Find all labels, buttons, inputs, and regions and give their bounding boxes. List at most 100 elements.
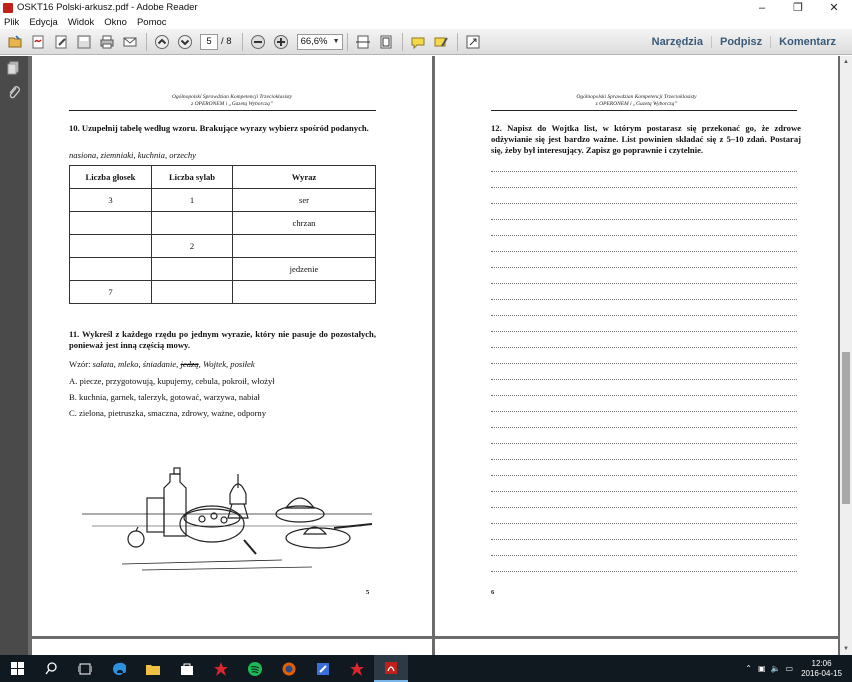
header-rule: [69, 110, 376, 111]
menu-pomoc[interactable]: Pomoc: [137, 17, 167, 28]
toolbar: 5 / 8 66,6% ▼ Narzędzia Podpisz Komentar…: [0, 29, 852, 55]
highlight-button[interactable]: [430, 32, 452, 52]
expand-button[interactable]: [462, 32, 484, 52]
volume-icon[interactable]: 🔈: [771, 664, 781, 673]
table-cell: [69, 211, 152, 235]
app-red2-button[interactable]: [340, 655, 374, 682]
task12-text: 12. Napisz do Wojtka list, w którym post…: [491, 123, 801, 155]
keyboard-icon[interactable]: ▭: [786, 664, 794, 673]
toolbar-separator: [456, 32, 458, 51]
zoom-out-button[interactable]: [247, 32, 269, 52]
table-cell: 2: [151, 234, 233, 258]
menu-bar: Plik Edycja Widok Okno Pomoc: [0, 15, 852, 29]
zoom-in-button[interactable]: [270, 32, 292, 52]
attachments-button[interactable]: [0, 80, 28, 104]
open-file-button[interactable]: [4, 32, 26, 52]
menu-widok[interactable]: Widok: [68, 17, 94, 28]
table-header: Liczba głosek: [69, 165, 152, 189]
pdf-page-7-preview: [32, 639, 432, 655]
next-page-button[interactable]: [174, 32, 196, 52]
page-header-line2: z OPERONEM i „Gazetą Wyborczą”: [595, 101, 678, 107]
network-icon[interactable]: ▣: [758, 664, 766, 673]
create-pdf-button[interactable]: [27, 32, 49, 52]
firefox-button[interactable]: [272, 655, 306, 682]
print-button[interactable]: [96, 32, 118, 52]
scroll-up-icon[interactable]: ▲: [840, 56, 852, 68]
zoom-select[interactable]: 66,6% ▼: [296, 33, 343, 50]
minimize-button[interactable]: –: [744, 0, 780, 15]
table-cell: ser: [232, 188, 376, 212]
navigation-panel: [0, 56, 28, 655]
task10-words: nasiona, ziemniaki, kuchnia, orzechy: [69, 150, 196, 160]
system-tray: ⌃ ▣ 🔈 ▭ 12:06 2016-04-15: [745, 655, 842, 682]
search-icon: [44, 662, 57, 675]
store-icon: [181, 663, 193, 675]
table-cell: [151, 211, 233, 235]
example-label: Wzór:: [69, 359, 91, 369]
search-button[interactable]: [34, 655, 68, 682]
email-button[interactable]: [119, 32, 141, 52]
clock[interactable]: 12:06 2016-04-15: [801, 659, 842, 679]
prev-page-button[interactable]: [151, 32, 173, 52]
scroll-down-icon[interactable]: ▼: [840, 643, 852, 655]
adobe-reader-taskbar-button[interactable]: [374, 655, 408, 682]
page-number-input[interactable]: 5: [200, 33, 218, 50]
windows-taskbar: ⌃ ▣ 🔈 ▭ 12:06 2016-04-15: [0, 655, 852, 682]
comment-button[interactable]: [407, 32, 429, 52]
maximize-button[interactable]: ❐: [780, 0, 816, 15]
edge-icon: [113, 662, 126, 675]
table-row: jedzenie: [69, 257, 376, 281]
fit-page-button[interactable]: [352, 32, 374, 52]
task11-line-b: B. kuchnia, garnek, talerzyk, gotować, w…: [69, 392, 260, 402]
file-explorer-button[interactable]: [136, 655, 170, 682]
scrollbar-thumb[interactable]: [842, 352, 850, 504]
speech-bubble-icon: [411, 37, 425, 49]
tray-chevron-icon[interactable]: ⌃: [745, 664, 752, 673]
app-red-button[interactable]: [204, 655, 238, 682]
page-thumbnails-button[interactable]: [0, 56, 28, 80]
clock-time: 12:06: [811, 658, 832, 668]
task-view-button[interactable]: [68, 655, 102, 682]
save-button[interactable]: [73, 32, 95, 52]
table-cell: [232, 280, 376, 304]
table-row: 7: [69, 280, 376, 304]
task11-example: Wzór: sałata, mleko, śniadanie, jedzą, W…: [69, 359, 255, 369]
page-header-line1: Ogólnopolski Sprawdzian Kompetencji Trze…: [171, 94, 293, 100]
chevron-down-icon: ▼: [332, 38, 340, 45]
pages-icon: [7, 61, 19, 75]
table-header: Liczba sylab: [151, 165, 233, 189]
fullscreen-button[interactable]: [375, 32, 397, 52]
table-cell: jedzenie: [232, 257, 376, 281]
fit-page-icon: [380, 35, 392, 48]
menu-okno[interactable]: Okno: [104, 17, 127, 28]
table-cell: chrzan: [232, 211, 376, 235]
close-button[interactable]: ✕: [816, 0, 852, 15]
menu-plik[interactable]: Plik: [4, 17, 19, 28]
sign-link[interactable]: Podpisz: [710, 36, 770, 48]
table-cell: [69, 234, 152, 258]
task11-line-c: C. zielona, pietruszka, smaczna, zdrowy,…: [69, 408, 267, 418]
store-button[interactable]: [170, 655, 204, 682]
page-number: 6: [491, 589, 495, 596]
table-row: 2: [69, 234, 376, 258]
windows-logo-icon: [10, 662, 24, 675]
envelope-icon: [123, 37, 137, 46]
spotify-button[interactable]: [238, 655, 272, 682]
tools-link[interactable]: Narzędzia: [644, 36, 711, 48]
comment-link[interactable]: Komentarz: [770, 36, 844, 48]
pdf-page-5: Ogólnopolski Sprawdzian Kompetencji Trze…: [32, 56, 432, 636]
vertical-scrollbar[interactable]: ▲ ▼: [840, 56, 852, 655]
document-view[interactable]: Ogólnopolski Sprawdzian Kompetencji Trze…: [28, 56, 840, 655]
example-struck-word: jedzą: [180, 359, 199, 369]
edit-button[interactable]: [50, 32, 72, 52]
menu-edycja[interactable]: Edycja: [29, 17, 58, 28]
app-blue-button[interactable]: [306, 655, 340, 682]
table-cell: 1: [151, 188, 233, 212]
table-cell: 3: [69, 188, 152, 212]
task10-title: 10. Uzupełnij tabelę według wzoru. Braku…: [69, 123, 369, 133]
title-bar: OSKT16 Polski-arkusz.pdf - Adobe Reader …: [0, 0, 852, 15]
edge-button[interactable]: [102, 655, 136, 682]
table-header-row: Liczba głosek Liczba sylab Wyraz: [69, 165, 376, 189]
start-button[interactable]: [0, 655, 34, 682]
header-rule: [491, 110, 797, 111]
